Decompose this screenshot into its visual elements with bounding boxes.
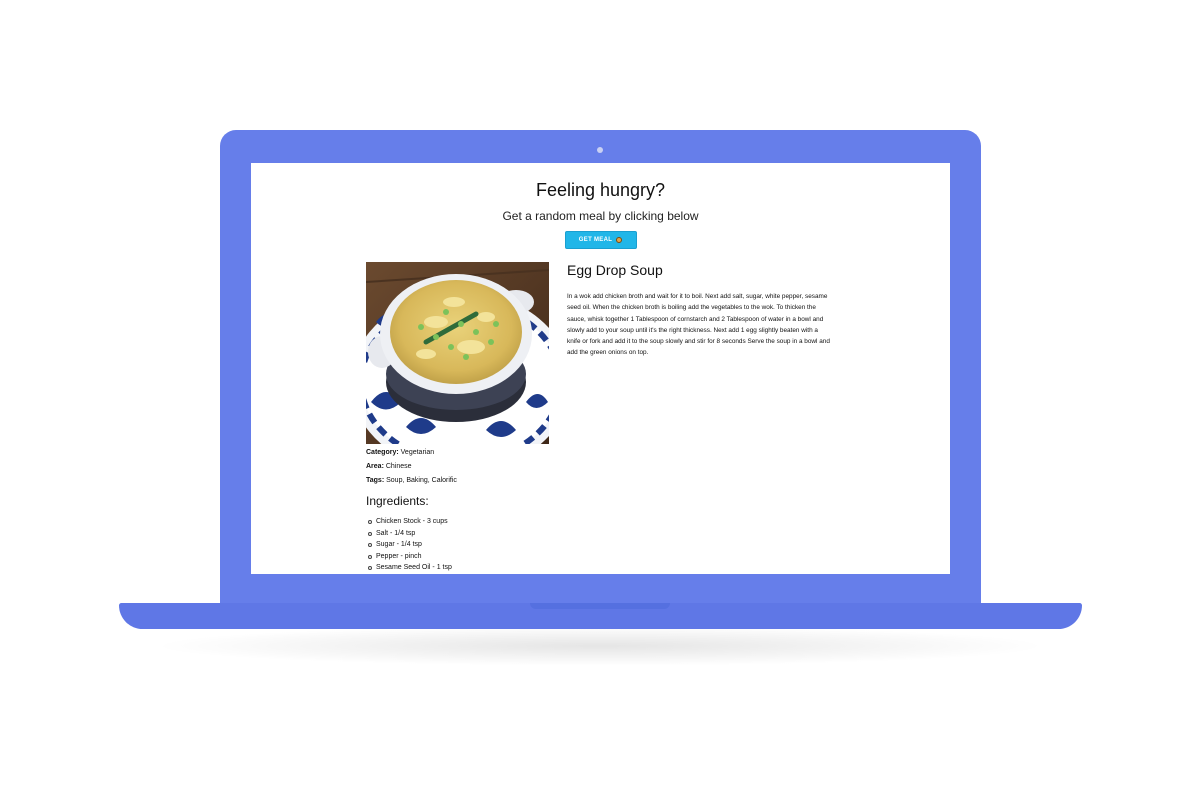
- ingredients-list: Chicken Stock - 3 cups Salt - 1/4 tsp Su…: [368, 516, 452, 574]
- laptop-base-notch: [530, 603, 670, 609]
- cookie-emoji-icon: [616, 237, 623, 243]
- get-meal-button[interactable]: GET MEAL: [564, 231, 637, 249]
- tags-value: Soup, Baking, Calorific: [386, 477, 457, 484]
- laptop-shadow: [150, 626, 1050, 666]
- page-subtitle: Get a random meal by clicking below: [502, 209, 699, 223]
- bullet-icon: [368, 531, 372, 536]
- bullet-icon: [368, 566, 372, 570]
- camera-icon: [597, 147, 603, 153]
- category-value: Vegetarian: [400, 449, 435, 456]
- category-label: Category:: [366, 449, 399, 456]
- ingredient-text: Sesame Seed Oil - 1 tsp: [376, 564, 452, 571]
- meal-photo: [366, 262, 549, 444]
- hero-section: Feeling hungry? Get a random meal by cli…: [251, 163, 950, 249]
- ingredient-text: Chicken Stock - 3 cups: [376, 518, 448, 525]
- ingredient-text: Sugar - 1/4 tsp: [376, 541, 422, 548]
- meal-category: Category: Vegetarian: [366, 449, 434, 456]
- laptop-mockup: Feeling hungry? Get a random meal by cli…: [0, 0, 1200, 800]
- ingredient-text: Pepper - pinch: [376, 552, 422, 560]
- ingredient-item: Pepper - pinch: [368, 551, 452, 563]
- tags-label: Tags:: [366, 477, 385, 484]
- app-screen: Feeling hungry? Get a random meal by cli…: [251, 163, 950, 574]
- ingredient-item: Sugar - 1/4 tsp: [368, 539, 452, 551]
- meal-title: Egg Drop Soup: [567, 262, 663, 278]
- ingredients-heading: Ingredients:: [366, 494, 429, 508]
- meal-area: Area: Chinese: [366, 463, 412, 470]
- area-label: Area:: [366, 463, 384, 470]
- meal-instructions: In a wok add chicken broth and wait for …: [567, 293, 830, 357]
- bullet-icon: [368, 554, 372, 559]
- soup-bowl-image: [366, 262, 549, 444]
- ingredient-item: Salt - 1/4 tsp: [368, 528, 452, 540]
- area-value: Chinese: [385, 463, 412, 470]
- meal-tags: Tags: Soup, Baking, Calorific: [366, 477, 457, 484]
- bullet-icon: [368, 543, 372, 547]
- bullet-icon: [368, 520, 372, 524]
- ingredient-text: Salt - 1/4 tsp: [376, 529, 416, 537]
- page-title: Feeling hungry?: [535, 180, 666, 200]
- get-meal-button-label: GET MEAL: [578, 237, 613, 243]
- ingredient-item: Chicken Stock - 3 cups: [368, 516, 452, 528]
- ingredient-item: Sesame Seed Oil - 1 tsp: [368, 562, 452, 574]
